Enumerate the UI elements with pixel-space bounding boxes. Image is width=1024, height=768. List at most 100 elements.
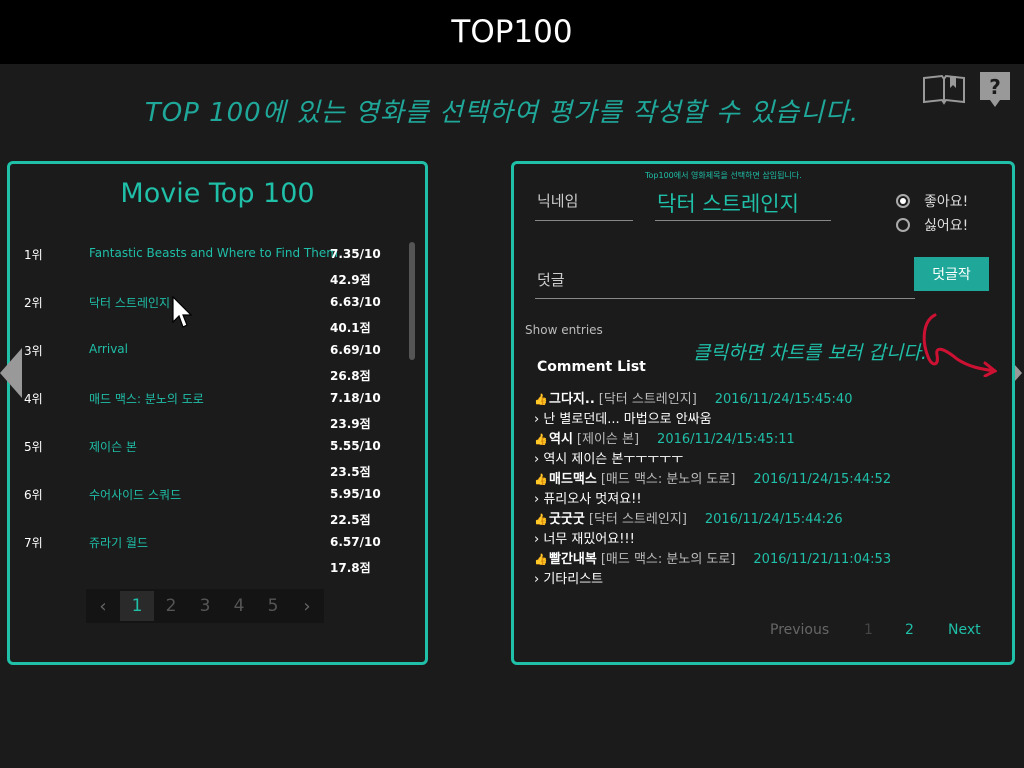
score: 26.8점 [330,369,371,383]
comment-header: 👍역시 [제이슨 본] 2016/11/24/15:45:11 [534,428,994,448]
rating: 6.63/10 [330,295,381,309]
score: 23.5점 [330,465,371,479]
show-entries[interactable]: Show entries [525,323,603,337]
nickname-label: 닉네임 [537,192,579,210]
movie-row[interactable]: 3위 Arrival 6.69/10 26.8점 [24,338,394,386]
rating: 5.95/10 [330,487,381,501]
score: 42.9점 [330,273,371,287]
chart-annotation: 클릭하면 차트를 보러 갑니다. [693,342,927,364]
comment-list-title: Comment List [537,359,646,375]
movie-row[interactable]: 7위 쥬라기 월드 6.57/10 17.8점 [24,530,394,577]
mouse-cursor-icon [172,295,193,330]
comment-author: 빨간내복 [549,552,597,567]
comments-page-1-button[interactable]: 1 [864,622,873,638]
page-2-button[interactable]: 2 [154,591,188,621]
thumbs-up-icon[interactable]: 👍 [534,473,548,486]
like-label: 좋아요! [924,194,969,210]
page-5-button[interactable]: 5 [256,591,290,621]
comment-author: 굿굿굿 [549,512,585,527]
rating: 5.55/10 [330,439,381,453]
movie-title-link[interactable]: Arrival [89,342,128,356]
rank: 1위 [24,248,43,262]
panel-title: Movie Top 100 [120,178,315,209]
like-radio[interactable] [896,194,910,208]
comment-movie: [닥터 스트레인지] [598,392,697,407]
rank: 4위 [24,392,43,406]
thumbs-up-icon[interactable]: 👍 [534,553,548,566]
comment-movie: [매드 맥스: 분노의 도로] [600,552,736,567]
comment-date: 2016/11/21/11:04:53 [753,552,892,567]
comment-header: 👍빨간내복 [매드 맥스: 분노의 도로] 2016/11/21/11:04:53 [534,548,994,568]
movie-title-field[interactable]: 닥터 스트레인지 [657,188,799,218]
comment-author: 역시 [549,432,573,447]
movie-list: 1위 Fantastic Beasts and Where to Find Th… [24,242,394,577]
rank: 3위 [24,344,43,358]
score: 40.1점 [330,321,371,335]
rank: 6위 [24,488,43,502]
comments-next-button[interactable]: Next [948,622,981,638]
comment-header: 👍그다지.. [닥터 스트레인지] 2016/11/24/15:45:40 [534,388,994,408]
movie-title-underline [655,220,831,221]
rating: 7.18/10 [330,391,381,405]
rank: 2위 [24,296,43,310]
thumbs-up-icon[interactable]: 👍 [534,433,548,446]
thumbs-up-icon[interactable]: 👍 [534,513,548,526]
nickname-input[interactable] [535,220,633,221]
movie-select-hint: Top100에서 영화제목을 선택하면 삽입됩니다. [645,171,802,180]
prev-page-button[interactable]: ‹ [86,591,120,621]
comment-header: 👍굿굿굿 [닥터 스트레인지] 2016/11/24/15:44:26 [534,508,994,528]
rank: 5위 [24,440,43,454]
dislike-radio[interactable] [896,218,910,232]
movie-title-link[interactable]: 쥬라기 월드 [89,534,148,551]
comment-text: › 난 별로던데... 마법으로 안싸움 [534,412,712,427]
thumbs-up-icon[interactable]: 👍 [534,393,548,406]
submit-comment-button[interactable]: 덧글작 [914,257,989,291]
comment-date: 2016/11/24/15:45:40 [714,392,853,407]
page-3-button[interactable]: 3 [188,591,222,621]
comment-movie: [닥터 스트레인지] [588,512,687,527]
next-page-button[interactable]: › [290,591,324,621]
movie-row[interactable]: 1위 Fantastic Beasts and Where to Find Th… [24,242,394,290]
comment-date: 2016/11/24/15:44:52 [753,472,892,487]
rating: 7.35/10 [330,247,381,261]
comment-header: 👍매드맥스 [매드 맥스: 분노의 도로] 2016/11/24/15:44:52 [534,468,994,488]
page-1-button[interactable]: 1 [120,591,154,621]
movie-top100-panel: Movie Top 100 1위 Fantastic Beasts and Wh… [7,161,428,665]
comments-previous-button[interactable]: Previous [770,622,829,638]
movie-title-link[interactable]: 닥터 스트레인지 [89,294,170,311]
movie-row[interactable]: 6위 수어사이드 스쿼드 5.95/10 22.5점 [24,482,394,530]
rating: 6.57/10 [330,535,381,549]
movie-pagination: ‹ 1 2 3 4 5 › [86,589,324,623]
comment-author: 그다지.. [549,392,595,407]
score: 17.8점 [330,561,371,575]
comment-label: 덧글 [537,271,565,289]
top-bar: TOP100 [0,0,1024,64]
movie-title-link[interactable]: 매드 맥스: 분노의 도로 [89,390,204,407]
dislike-label: 싫어요! [924,218,969,234]
comment-text: › 역시 제이슨 본ㅜㅜㅜㅜㅜ [534,452,684,467]
comment-text: › 기타리스트 [534,572,604,587]
movie-list-scrollbar[interactable] [409,242,415,360]
comment-text: › 퓨리오사 멋져요!! [534,492,642,507]
comment-list: 👍그다지.. [닥터 스트레인지] 2016/11/24/15:45:40 › 난 … [534,388,994,588]
comment-date: 2016/11/24/15:44:26 [704,512,843,527]
annotation-arrow-icon [905,305,998,378]
comment-author: 매드맥스 [549,472,597,487]
comment-movie: [제이슨 본] [576,432,640,447]
rank: 7위 [24,536,43,550]
movie-title-link[interactable]: 수어사이드 스쿼드 [89,486,181,503]
comments-page-2-button[interactable]: 2 [905,622,914,638]
score: 22.5점 [330,513,371,527]
left-arrow-icon[interactable] [0,348,22,398]
movie-row[interactable]: 2위 닥터 스트레인지 6.63/10 40.1점 [24,290,394,338]
page-4-button[interactable]: 4 [222,591,256,621]
comment-movie: [매드 맥스: 분노의 도로] [600,472,736,487]
page-title: TOP100 [451,14,573,50]
movie-title-link[interactable]: Fantastic Beasts and Where to Find Them [89,246,338,260]
movie-title-link[interactable]: 제이슨 본 [89,438,137,455]
score: 23.9점 [330,417,371,431]
comment-input[interactable] [535,298,915,299]
movie-row[interactable]: 5위 제이슨 본 5.55/10 23.5점 [24,434,394,482]
movie-row[interactable]: 4위 매드 맥스: 분노의 도로 7.18/10 23.9점 [24,386,394,434]
rating: 6.69/10 [330,343,381,357]
